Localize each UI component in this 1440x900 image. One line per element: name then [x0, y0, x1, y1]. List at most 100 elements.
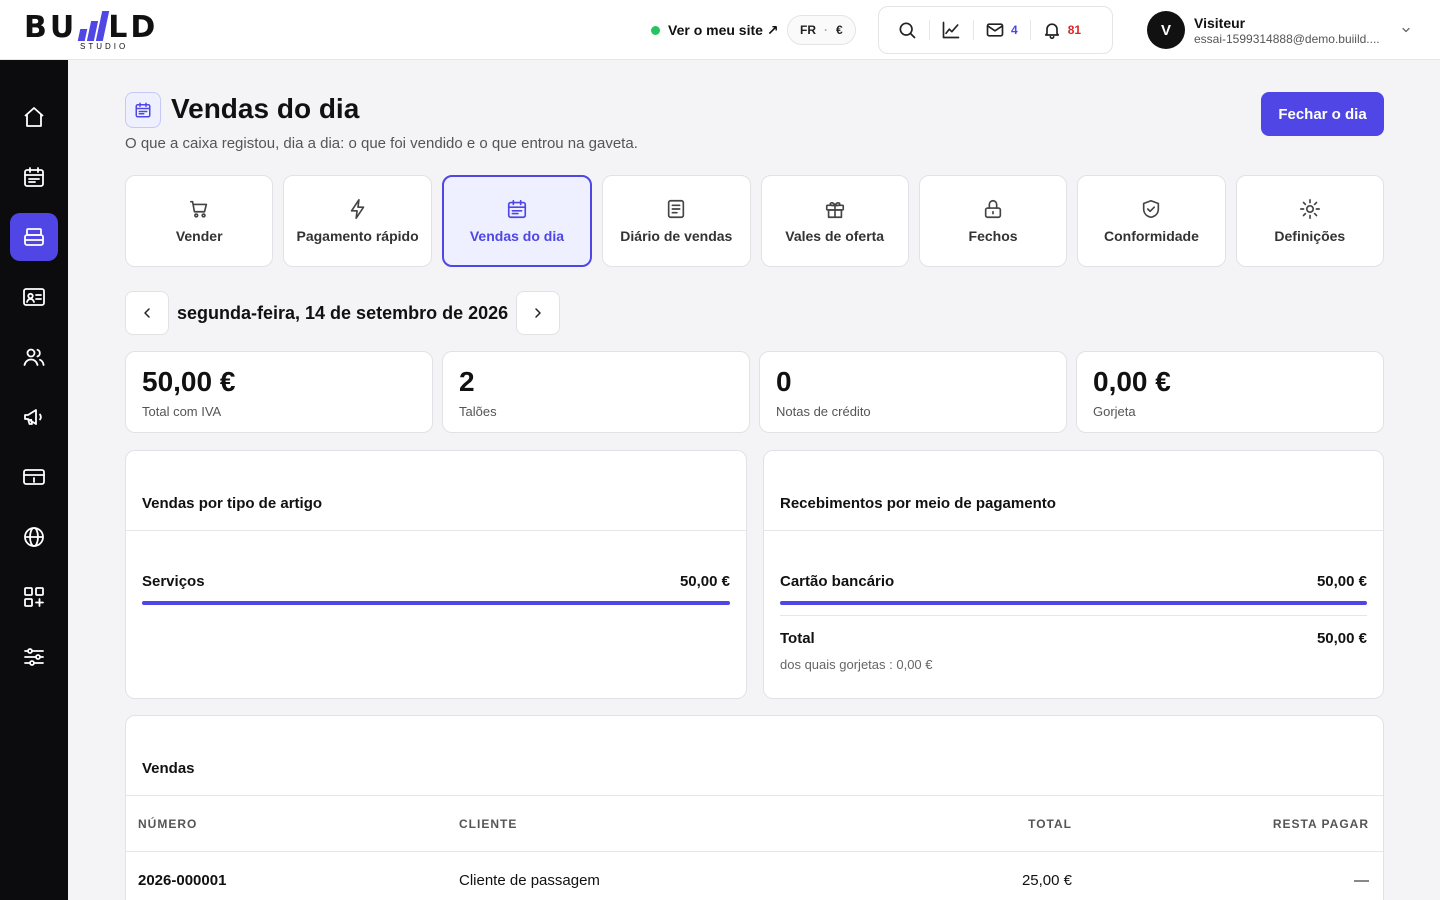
stat-total-vat: 50,00 € Total com IVA [125, 351, 433, 433]
tab-daily-sales[interactable]: Vendas do dia [441, 175, 593, 267]
payments-card: Recebimentos por meio de pagamento Cartã… [763, 450, 1384, 699]
stat-value: 2 [459, 366, 475, 397]
stats-button[interactable] [929, 12, 973, 48]
tab-gift-vouchers[interactable]: Vales de oferta [760, 175, 909, 267]
user-email: essai-1599314888@demo.buiild.... [1194, 31, 1380, 46]
stat-label: Talões [459, 404, 497, 419]
sidebar-item-marketing[interactable] [10, 393, 58, 441]
payment-method-row: Cartão bancário 50,00 € [780, 573, 1367, 590]
sidebar-item-payments[interactable] [10, 453, 58, 501]
divider [780, 615, 1367, 616]
user-menu[interactable]: V Visiteur essai-1599314888@demo.buiild.… [1147, 11, 1417, 49]
tab-sales-journal[interactable]: Diário de vendas [602, 175, 751, 267]
stat-label: Gorjeta [1093, 404, 1136, 419]
stat-value: 0,00 € [1093, 366, 1171, 397]
brand-logo[interactable]: BU LD STUDIO [24, 8, 184, 52]
share-bar [780, 601, 1367, 605]
user-name: Visiteur [1194, 14, 1246, 31]
sale-client: Cliente de passagem [459, 871, 600, 889]
page-subtitle: O que a caixa registou, dia a dia: o que… [125, 135, 638, 152]
logo-bars-icon [77, 11, 110, 41]
breakdown-value: 50,00 € [679, 573, 730, 590]
view-site-label: Ver o meu site ↗ [668, 21, 779, 38]
stat-label: Notas de crédito [776, 404, 871, 419]
sale-total: 25,00 € [1021, 871, 1072, 889]
card-title: Vendas [126, 716, 1383, 796]
calendar-icon [506, 198, 528, 220]
card-title: Vendas por tipo de artigo [126, 451, 746, 531]
sidebar-item-website[interactable] [10, 513, 58, 561]
mail-count-badge: 4 [1011, 23, 1018, 37]
language-currency-selector[interactable]: FR · € [787, 15, 856, 45]
breakdown-row: Serviços 50,00 € [142, 573, 730, 590]
chart-icon [941, 20, 961, 40]
sun-icon [1299, 198, 1321, 220]
header-icon-toolbar: 4 81 [878, 6, 1113, 54]
sidebar-item-apps[interactable] [10, 573, 58, 621]
tab-sell[interactable]: Vender [125, 175, 274, 267]
table-row[interactable]: 2026-000001 Cliente de passagem 25,00 € … [126, 852, 1383, 900]
table-header: NÚMERO CLIENTE TOTAL RESTA PAGAR [126, 796, 1383, 852]
logo-text-left: BU [24, 10, 78, 45]
share-bar [142, 601, 730, 605]
sale-number[interactable]: 2026-000001 [138, 872, 459, 889]
contact-card-icon [22, 285, 46, 309]
megaphone-icon [22, 405, 46, 429]
journal-icon [665, 198, 687, 220]
lock-icon [982, 198, 1004, 220]
sidebar-item-team[interactable] [10, 333, 58, 381]
tab-compliance[interactable]: Conformidade [1077, 175, 1226, 267]
calendar-icon [22, 165, 46, 189]
total-value: 50,00 € [1316, 630, 1367, 647]
tab-label: Definições [1274, 228, 1346, 244]
sidebar-item-agenda[interactable] [10, 153, 58, 201]
cart-icon [188, 198, 210, 220]
tab-closures[interactable]: Fechos [918, 175, 1068, 267]
previous-day-button[interactable] [125, 291, 169, 335]
stat-label: Total com IVA [142, 404, 222, 419]
payment-method-value: 50,00 € [1316, 573, 1367, 590]
sidebar-item-register[interactable] [10, 213, 58, 261]
breakdown-label: Serviços [142, 573, 205, 590]
date-navigator: segunda-feira, 14 de setembro de 2026 [125, 291, 561, 335]
stat-credit-notes: 0 Notas de crédito [759, 351, 1067, 433]
mail-icon [985, 20, 1005, 40]
gift-icon [824, 198, 846, 220]
currency-symbol: € [836, 23, 843, 37]
bell-icon [1042, 20, 1062, 40]
payment-method-label: Cartão bancário [780, 573, 895, 590]
notification-count-badge: 81 [1067, 23, 1082, 37]
tab-label: Vendas do dia [469, 228, 564, 244]
page-title: Vendas do dia [171, 93, 360, 124]
card-icon [22, 465, 46, 489]
total-label: Total [780, 630, 815, 647]
page-title-icon [125, 92, 161, 128]
search-button[interactable] [885, 12, 929, 48]
card-title: Recebimentos por meio de pagamento [764, 451, 1383, 531]
avatar: V [1147, 11, 1185, 49]
next-day-button[interactable] [516, 291, 561, 335]
chevron-down-icon [1400, 24, 1412, 36]
messages-button[interactable]: 4 [973, 12, 1030, 48]
tab-label: Diário de vendas [620, 228, 733, 244]
column-header-number: NÚMERO [138, 816, 198, 831]
online-status-dot [651, 25, 660, 35]
view-site-link[interactable]: Ver o meu site ↗ [651, 20, 779, 40]
stat-tips: 0,00 € Gorjeta [1076, 351, 1384, 433]
logo-subtitle: STUDIO [80, 42, 129, 51]
home-icon [22, 105, 46, 129]
register-tabs: Vender Pagamento rápido Vendas do dia Di… [125, 175, 1384, 267]
sidebar-item-home[interactable] [10, 93, 58, 141]
apps-icon [22, 585, 46, 609]
sales-by-type-card: Vendas por tipo de artigo Serviços 50,00… [125, 450, 747, 699]
tab-settings[interactable]: Definições [1235, 175, 1384, 267]
separator-dot: · [824, 23, 828, 37]
close-day-button[interactable]: Fechar o dia [1261, 92, 1384, 136]
column-header-total: TOTAL [1028, 816, 1072, 831]
notifications-button[interactable]: 81 [1029, 12, 1093, 48]
sidebar-item-contacts[interactable] [10, 273, 58, 321]
sidebar-item-settings[interactable] [10, 633, 58, 681]
sales-table-card: Vendas NÚMERO CLIENTE TOTAL RESTA PAGAR … [125, 715, 1384, 900]
tab-label: Pagamento rápido [296, 228, 419, 244]
tab-quick-payment[interactable]: Pagamento rápido [283, 175, 432, 267]
